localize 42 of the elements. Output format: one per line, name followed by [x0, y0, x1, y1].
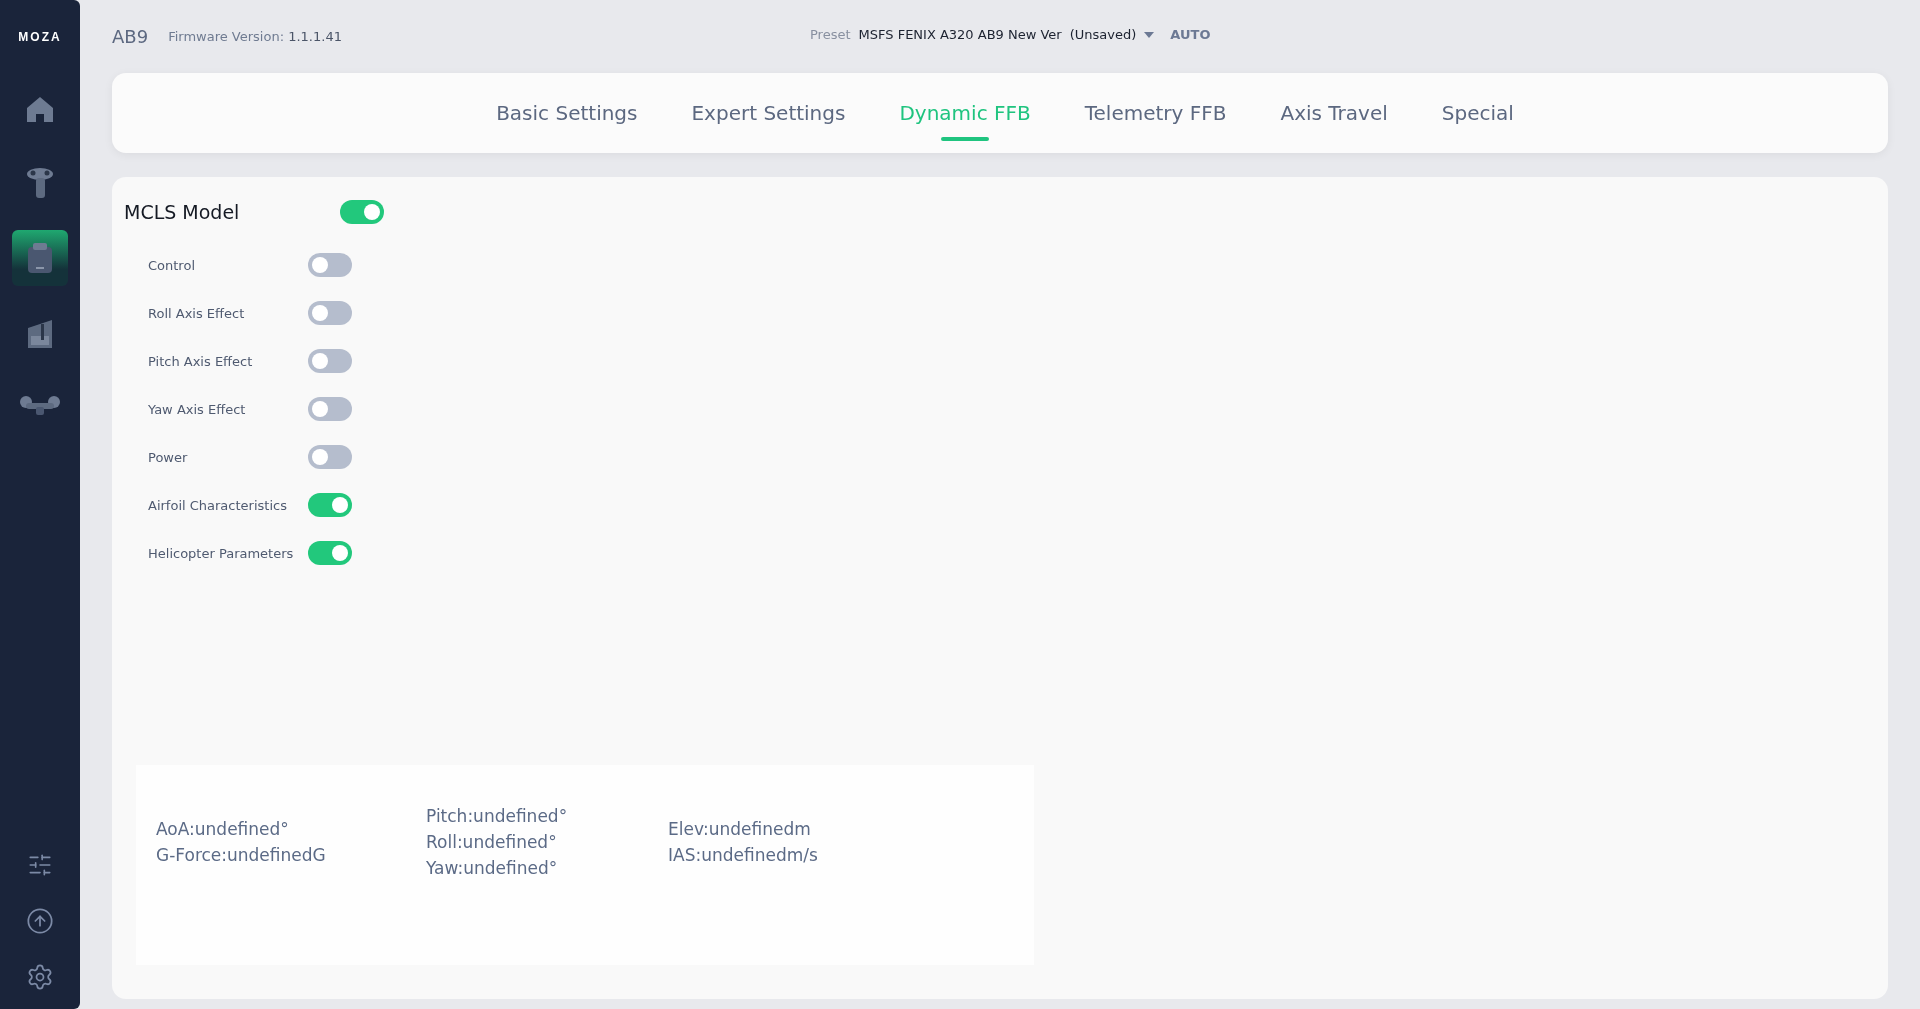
telemetry-value: Pitch:undefined° [426, 806, 569, 826]
toggle-label: Yaw Axis Effect [148, 401, 247, 417]
preset-state: (Unsaved) [1069, 27, 1137, 42]
toggle-switch[interactable] [308, 493, 352, 517]
toggle-switch[interactable] [308, 397, 352, 421]
tab[interactable]: Special [1441, 89, 1514, 137]
telemetry-value: Yaw:undefined° [426, 858, 559, 878]
toggle-label: Helicopter Parameters [148, 545, 295, 561]
toggle-label: Pitch Axis Effect [148, 353, 254, 369]
mode-label[interactable]: AUTO [1170, 27, 1211, 42]
section-title: MCLS Model [124, 201, 241, 223]
dropdown-caret-icon[interactable] [1144, 31, 1155, 38]
tab[interactable]: Axis Travel [1280, 89, 1388, 137]
toggle-label: Roll Axis Effect [148, 305, 246, 321]
toggle-switch[interactable] [308, 541, 352, 565]
toggle-switch[interactable] [340, 200, 384, 224]
telemetry-value: AoA:undefined° [156, 819, 290, 839]
drone-icon [18, 394, 62, 418]
telemetry-value: IAS:undefinedm/s [668, 845, 819, 865]
toggle-switch[interactable] [308, 349, 352, 373]
toggle-label: Power [148, 449, 189, 465]
tab[interactable]: Telemetry FFB [1084, 89, 1227, 137]
toggle-switch[interactable] [308, 445, 352, 469]
toggle-label: Control [148, 257, 196, 273]
settings-icon[interactable] [26, 963, 54, 991]
telemetry-value: Elev:undefinedm [668, 819, 812, 839]
nav-button[interactable] [12, 230, 68, 286]
sliders-icon[interactable] [27, 852, 53, 878]
upload-icon[interactable] [26, 907, 54, 935]
preset-label: Preset [810, 27, 851, 42]
preset-name[interactable]: MSFS FENIX A320 AB9 New Ver [858, 27, 1062, 42]
device-name: AB9 [112, 26, 149, 47]
tab[interactable]: Basic Settings [496, 89, 638, 137]
telemetry-value: G-Force:undefinedG [156, 845, 327, 865]
toggle-switch[interactable] [308, 253, 352, 277]
device-icon [25, 241, 55, 275]
logo: MOZA [18, 30, 62, 44]
tab[interactable]: Expert Settings [691, 89, 846, 137]
toggle-label: Airfoil Characteristics [148, 497, 288, 513]
toggle-switch[interactable] [308, 301, 352, 325]
firmware-version: Firmware Version: 1.1.1.41 [168, 29, 342, 44]
telemetry-value: Roll:undefined° [426, 832, 558, 852]
